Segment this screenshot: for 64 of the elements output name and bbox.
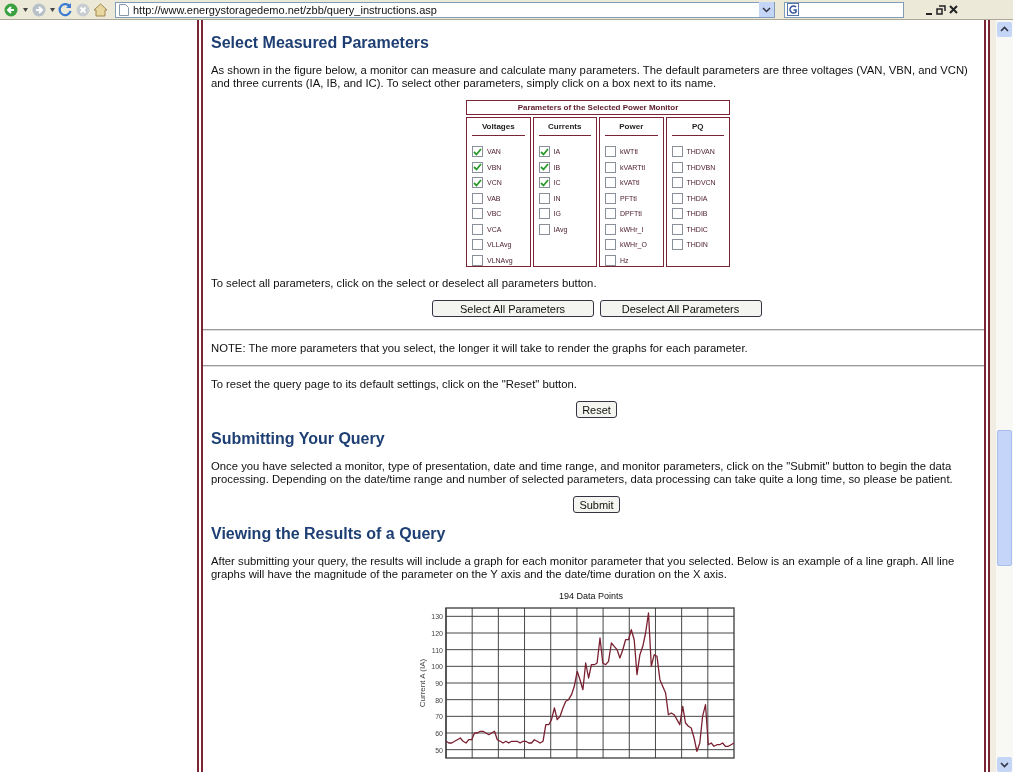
checkbox[interactable] bbox=[538, 223, 550, 235]
section-heading: Viewing the Results of a Query bbox=[211, 525, 447, 543]
checkbox[interactable] bbox=[538, 208, 550, 220]
table-title: Parameters of the Selected Power Monitor bbox=[466, 100, 730, 115]
form-button[interactable]: Submit bbox=[573, 496, 620, 513]
checkbox[interactable] bbox=[605, 192, 616, 204]
paragraph: After submitting your query, the results will include a graph for each monitor parameter that you selected. Below is an example of a line graph. All line graphs will have the magnitude of the parameter on the Y axis and the date/time duration on the X axis. bbox=[211, 555, 956, 581]
column-heading: Currents bbox=[538, 119, 591, 136]
checkbox[interactable] bbox=[472, 192, 483, 204]
checkbox[interactable] bbox=[472, 146, 483, 158]
restore-icon[interactable] bbox=[936, 4, 946, 15]
form-button[interactable]: Reset bbox=[576, 401, 617, 418]
checkbox[interactable] bbox=[605, 208, 616, 220]
checkbox[interactable] bbox=[472, 223, 483, 235]
checkbox[interactable] bbox=[472, 239, 483, 251]
checkbox[interactable] bbox=[605, 239, 616, 251]
axis-label: Current A (IA) bbox=[418, 658, 427, 708]
checkbox[interactable] bbox=[538, 161, 550, 173]
checkbox[interactable] bbox=[538, 177, 550, 189]
section-heading: Select Measured Parameters bbox=[211, 34, 430, 52]
scrollbar[interactable] bbox=[990, 20, 1013, 772]
chart-title: 194 Data Points bbox=[557, 591, 624, 601]
search-logo-icon bbox=[787, 3, 799, 16]
caret-icon[interactable] bbox=[50, 7, 55, 12]
checkbox[interactable] bbox=[605, 254, 616, 266]
scroll-thumb[interactable] bbox=[997, 430, 1012, 566]
checkbox[interactable] bbox=[605, 161, 616, 173]
form-button[interactable]: Select All Parameters bbox=[431, 300, 594, 317]
checkbox[interactable] bbox=[538, 192, 550, 204]
close-icon[interactable] bbox=[949, 5, 958, 14]
scroll-down-icon[interactable] bbox=[997, 757, 1012, 772]
scroll-up-icon[interactable] bbox=[997, 22, 1012, 37]
paragraph: NOTE: The more parameters that you select, the longer it will take to render the graphs for each parameter. bbox=[211, 342, 749, 355]
checkbox[interactable] bbox=[671, 208, 683, 220]
checkbox[interactable] bbox=[605, 146, 616, 158]
checkbox[interactable] bbox=[472, 208, 483, 220]
checkbox[interactable] bbox=[472, 161, 483, 173]
checkbox[interactable] bbox=[671, 223, 683, 235]
checkbox[interactable] bbox=[671, 192, 683, 204]
paragraph: Once you have selected a monitor, type of presentation, date and time range, and monitor parameters, click on the "Submit" button to begin the data processing. Depending on the date/time range and number of selected parameters, data processing can take quite a long time, so please be patient. bbox=[211, 460, 954, 486]
paragraph: To select all parameters, click on the select or deselect all parameters button. bbox=[211, 277, 598, 290]
refresh-icon[interactable] bbox=[58, 2, 73, 17]
checkbox[interactable] bbox=[605, 223, 616, 235]
section-heading: Submitting Your Query bbox=[211, 430, 386, 448]
checkbox[interactable] bbox=[538, 146, 550, 158]
search-field[interactable] bbox=[784, 1, 904, 18]
checkbox[interactable] bbox=[671, 177, 683, 189]
checkbox[interactable] bbox=[472, 254, 483, 266]
form-button[interactable]: Deselect All Parameters bbox=[599, 300, 762, 317]
column-heading: PQ bbox=[671, 119, 724, 136]
paragraph: To reset the query page to its default settings, click on the "Reset" button. bbox=[211, 378, 578, 391]
column-heading: Voltages bbox=[472, 119, 525, 136]
checkbox[interactable] bbox=[472, 177, 483, 189]
home-icon[interactable] bbox=[93, 2, 108, 17]
checkbox[interactable] bbox=[671, 146, 683, 158]
dropdown-icon[interactable] bbox=[759, 2, 774, 17]
checkbox[interactable] bbox=[605, 177, 616, 189]
column-heading: Power bbox=[605, 119, 658, 136]
checkbox[interactable] bbox=[671, 161, 683, 173]
checkbox[interactable] bbox=[671, 239, 683, 251]
address-field[interactable]: http://www.energystoragedemo.net/zbb/query_instructions.asp bbox=[115, 1, 775, 18]
paragraph: As shown in the figure below, a monitor can measure and calculate many parameters. The default parameters are three voltages (VAN, VBN, and VCN) and three currents (IA, IB, and IC). To select other parameters, simply click on a box next to its name. bbox=[211, 64, 969, 90]
caret-icon[interactable] bbox=[23, 7, 28, 12]
page-icon bbox=[119, 3, 129, 16]
